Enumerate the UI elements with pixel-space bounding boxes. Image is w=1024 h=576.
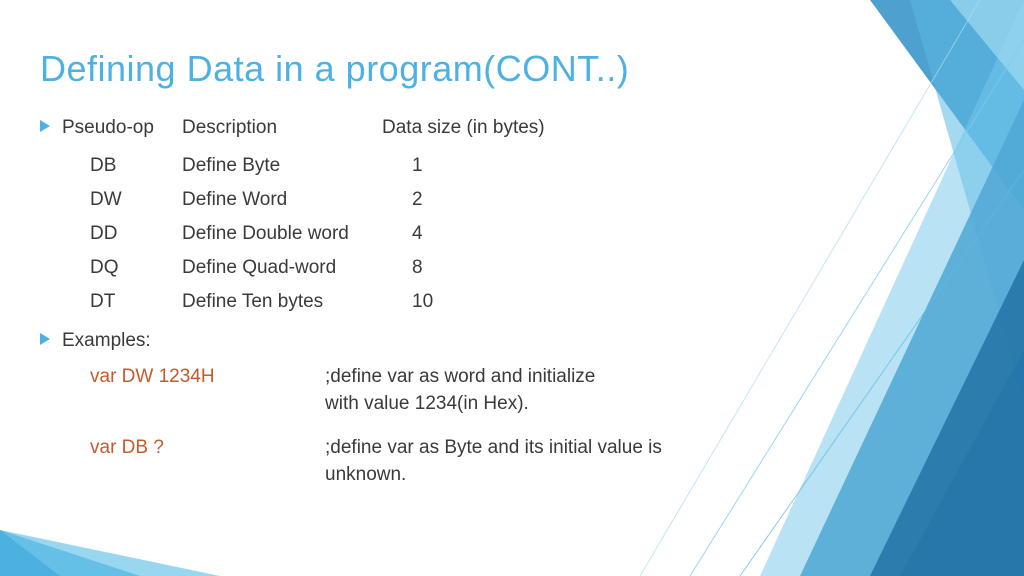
example-item: var DB ? ;define var as Byte and its ini… bbox=[90, 435, 984, 488]
header-size: Data size (in bytes) bbox=[382, 114, 582, 143]
example-comment: ;define var as word and initialize with … bbox=[325, 364, 595, 417]
table-row: DB Define Byte 1 bbox=[90, 149, 984, 183]
triangle-bullet-icon bbox=[40, 333, 50, 345]
example-code: var DW 1234H bbox=[90, 364, 325, 417]
example-item: var DW 1234H ;define var as word and ini… bbox=[90, 364, 984, 417]
slide-title: Defining Data in a program(CONT..) bbox=[40, 48, 984, 90]
table-header: Pseudo-op Description Data size (in byte… bbox=[62, 114, 582, 143]
header-desc: Description bbox=[182, 114, 382, 143]
examples-label: Examples: bbox=[62, 327, 151, 356]
table-row: DQ Define Quad-word 8 bbox=[90, 251, 984, 285]
bullet-header-row: Pseudo-op Description Data size (in byte… bbox=[40, 114, 984, 143]
table-row: DT Define Ten bytes 10 bbox=[90, 285, 984, 319]
bullet-examples-row: Examples: bbox=[40, 327, 984, 356]
example-code: var DB ? bbox=[90, 435, 325, 488]
slide-content: Defining Data in a program(CONT..) Pseud… bbox=[0, 0, 1024, 508]
table-body: DB Define Byte 1 DW Define Word 2 DD Def… bbox=[90, 149, 984, 320]
header-op: Pseudo-op bbox=[62, 114, 182, 143]
example-comment: ;define var as Byte and its initial valu… bbox=[325, 435, 745, 488]
table-row: DD Define Double word 4 bbox=[90, 217, 984, 251]
table-row: DW Define Word 2 bbox=[90, 183, 984, 217]
triangle-bullet-icon bbox=[40, 120, 50, 132]
